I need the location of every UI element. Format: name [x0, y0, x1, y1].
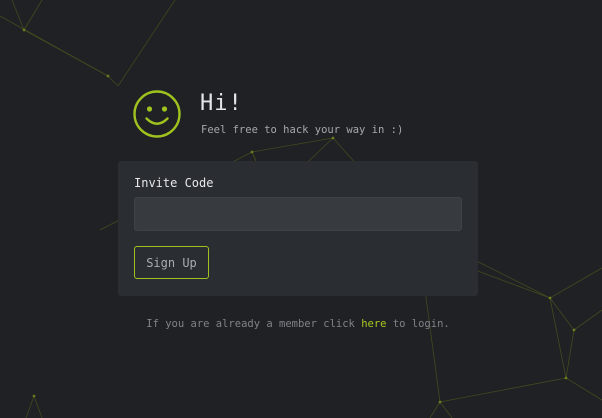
smiley-icon	[133, 90, 181, 138]
login-prompt-suffix: to login.	[392, 318, 450, 330]
invite-code-input[interactable]	[134, 197, 462, 231]
login-prompt-prefix: If you are already a member click	[146, 318, 355, 330]
page-subtitle: Feel free to hack your way in :)	[201, 124, 404, 136]
login-page: Hi! Feel free to hack your way in :) Inv…	[0, 0, 602, 418]
login-prompt: If you are already a member click here t…	[0, 317, 596, 331]
login-link[interactable]: here	[361, 318, 386, 330]
sign-up-button[interactable]: Sign Up	[134, 246, 209, 279]
invite-code-label: Invite Code	[134, 176, 214, 190]
page-title: Hi!	[200, 91, 243, 116]
signup-card: Invite Code Sign Up	[118, 161, 478, 296]
hero-header: Hi! Feel free to hack your way in :)	[132, 88, 472, 142]
